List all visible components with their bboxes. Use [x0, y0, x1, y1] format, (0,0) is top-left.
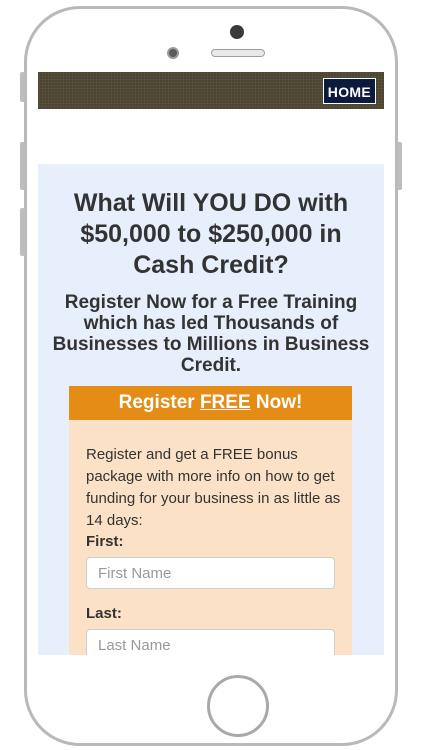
mute-switch [20, 72, 25, 102]
front-camera-icon [167, 47, 179, 59]
register-header: Register FREE Now! [69, 386, 352, 420]
first-name-input[interactable] [86, 557, 335, 589]
top-nav-bar: HOME [38, 72, 384, 109]
phone-home-button[interactable] [207, 675, 269, 737]
last-name-input[interactable] [86, 629, 335, 655]
first-name-label: First: [86, 533, 124, 550]
registration-form: Register and get a FREE bonus package wi… [69, 420, 352, 655]
form-intro-text: Register and get a FREE bonus package wi… [86, 446, 341, 529]
register-header-free: FREE [199, 392, 251, 413]
power-button [397, 142, 402, 190]
front-sensor-icon [230, 25, 244, 39]
phone-screen: HOME What Will YOU DO with $50,000 to $2… [38, 70, 384, 655]
volume-up-button [20, 142, 25, 190]
volume-down-button [20, 208, 25, 256]
page-subhead: Register Now for a Free Training which h… [52, 292, 370, 376]
earpiece-speaker-icon [211, 49, 265, 57]
register-header-suffix: Now! [250, 392, 303, 413]
landing-content: What Will YOU DO with $50,000 to $250,00… [38, 164, 384, 655]
register-header-prefix: Register [118, 392, 200, 413]
last-name-label: Last: [86, 605, 122, 622]
page-headline: What Will YOU DO with $50,000 to $250,00… [73, 189, 349, 279]
home-nav-button[interactable]: HOME [322, 78, 376, 104]
